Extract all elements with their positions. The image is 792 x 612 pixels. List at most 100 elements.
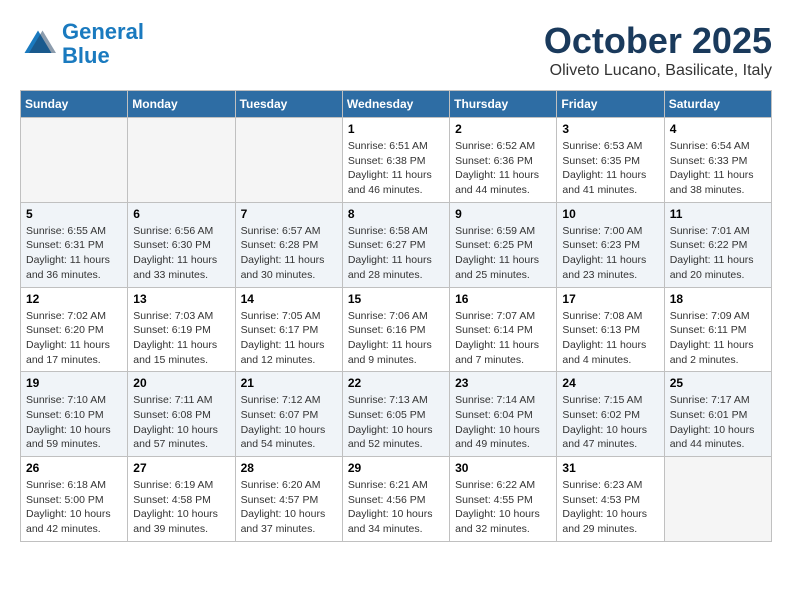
day-info: Sunrise: 6:53 AM Sunset: 6:35 PM Dayligh… <box>562 139 658 198</box>
calendar-cell: 21 Sunrise: 7:12 AM Sunset: 6:07 PM Dayli… <box>235 372 342 457</box>
day-info: Sunrise: 6:21 AM Sunset: 4:56 PM Dayligh… <box>348 478 444 537</box>
weekday-header-sunday: Sunday <box>21 91 128 118</box>
day-info: Sunrise: 6:19 AM Sunset: 4:58 PM Dayligh… <box>133 478 229 537</box>
day-number: 16 <box>455 292 551 306</box>
calendar-week-row: 1 Sunrise: 6:51 AM Sunset: 6:38 PM Daylig… <box>21 118 772 203</box>
day-info: Sunrise: 7:11 AM Sunset: 6:08 PM Dayligh… <box>133 393 229 452</box>
calendar-cell: 1 Sunrise: 6:51 AM Sunset: 6:38 PM Daylig… <box>342 118 449 203</box>
day-info: Sunrise: 6:58 AM Sunset: 6:27 PM Dayligh… <box>348 224 444 283</box>
day-number: 26 <box>26 461 122 475</box>
day-number: 10 <box>562 207 658 221</box>
calendar-table: SundayMondayTuesdayWednesdayThursdayFrid… <box>20 90 772 542</box>
weekday-header-row: SundayMondayTuesdayWednesdayThursdayFrid… <box>21 91 772 118</box>
day-number: 30 <box>455 461 551 475</box>
weekday-header-saturday: Saturday <box>664 91 771 118</box>
day-info: Sunrise: 6:54 AM Sunset: 6:33 PM Dayligh… <box>670 139 766 198</box>
day-number: 13 <box>133 292 229 306</box>
day-number: 4 <box>670 122 766 136</box>
day-number: 24 <box>562 376 658 390</box>
day-number: 9 <box>455 207 551 221</box>
calendar-cell: 23 Sunrise: 7:14 AM Sunset: 6:04 PM Dayli… <box>450 372 557 457</box>
day-info: Sunrise: 6:51 AM Sunset: 6:38 PM Dayligh… <box>348 139 444 198</box>
weekday-header-monday: Monday <box>128 91 235 118</box>
calendar-cell: 11 Sunrise: 7:01 AM Sunset: 6:22 PM Dayli… <box>664 202 771 287</box>
logo: General Blue <box>20 20 144 68</box>
day-info: Sunrise: 7:06 AM Sunset: 6:16 PM Dayligh… <box>348 309 444 368</box>
day-info: Sunrise: 7:01 AM Sunset: 6:22 PM Dayligh… <box>670 224 766 283</box>
day-info: Sunrise: 6:56 AM Sunset: 6:30 PM Dayligh… <box>133 224 229 283</box>
logo-text: General Blue <box>62 20 144 68</box>
location-subtitle: Oliveto Lucano, Basilicate, Italy <box>544 62 772 80</box>
day-info: Sunrise: 7:13 AM Sunset: 6:05 PM Dayligh… <box>348 393 444 452</box>
calendar-cell: 4 Sunrise: 6:54 AM Sunset: 6:33 PM Daylig… <box>664 118 771 203</box>
calendar-cell: 19 Sunrise: 7:10 AM Sunset: 6:10 PM Dayli… <box>21 372 128 457</box>
day-info: Sunrise: 7:08 AM Sunset: 6:13 PM Dayligh… <box>562 309 658 368</box>
calendar-cell: 28Sunrise: 6:20 AM Sunset: 4:57 PM Dayli… <box>235 457 342 542</box>
day-info: Sunrise: 7:03 AM Sunset: 6:19 PM Dayligh… <box>133 309 229 368</box>
day-info: Sunrise: 7:10 AM Sunset: 6:10 PM Dayligh… <box>26 393 122 452</box>
day-number: 19 <box>26 376 122 390</box>
calendar-cell: 25 Sunrise: 7:17 AM Sunset: 6:01 PM Dayli… <box>664 372 771 457</box>
day-info: Sunrise: 7:05 AM Sunset: 6:17 PM Dayligh… <box>241 309 337 368</box>
day-number: 18 <box>670 292 766 306</box>
calendar-week-row: 19 Sunrise: 7:10 AM Sunset: 6:10 PM Dayli… <box>21 372 772 457</box>
day-number: 17 <box>562 292 658 306</box>
day-number: 14 <box>241 292 337 306</box>
day-number: 27 <box>133 461 229 475</box>
day-info: Sunrise: 7:07 AM Sunset: 6:14 PM Dayligh… <box>455 309 551 368</box>
day-info: Sunrise: 7:14 AM Sunset: 6:04 PM Dayligh… <box>455 393 551 452</box>
calendar-cell: 5 Sunrise: 6:55 AM Sunset: 6:31 PM Daylig… <box>21 202 128 287</box>
day-info: Sunrise: 7:00 AM Sunset: 6:23 PM Dayligh… <box>562 224 658 283</box>
day-number: 2 <box>455 122 551 136</box>
day-info: Sunrise: 6:18 AM Sunset: 5:00 PM Dayligh… <box>26 478 122 537</box>
calendar-cell: 15 Sunrise: 7:06 AM Sunset: 6:16 PM Dayli… <box>342 287 449 372</box>
calendar-cell: 9Sunrise: 6:59 AM Sunset: 6:25 PM Daylig… <box>450 202 557 287</box>
day-number: 12 <box>26 292 122 306</box>
day-number: 25 <box>670 376 766 390</box>
calendar-week-row: 12Sunrise: 7:02 AM Sunset: 6:20 PM Dayli… <box>21 287 772 372</box>
calendar-cell <box>664 457 771 542</box>
calendar-week-row: 26 Sunrise: 6:18 AM Sunset: 5:00 PM Dayli… <box>21 457 772 542</box>
day-number: 1 <box>348 122 444 136</box>
day-info: Sunrise: 6:55 AM Sunset: 6:31 PM Dayligh… <box>26 224 122 283</box>
day-info: Sunrise: 6:22 AM Sunset: 4:55 PM Dayligh… <box>455 478 551 537</box>
calendar-cell: 8 Sunrise: 6:58 AM Sunset: 6:27 PM Daylig… <box>342 202 449 287</box>
day-number: 29 <box>348 461 444 475</box>
title-block: October 2025 Oliveto Lucano, Basilicate,… <box>544 20 772 80</box>
day-number: 5 <box>26 207 122 221</box>
day-number: 28 <box>241 461 337 475</box>
day-info: Sunrise: 7:17 AM Sunset: 6:01 PM Dayligh… <box>670 393 766 452</box>
day-number: 11 <box>670 207 766 221</box>
day-info: Sunrise: 7:12 AM Sunset: 6:07 PM Dayligh… <box>241 393 337 452</box>
calendar-cell: 24 Sunrise: 7:15 AM Sunset: 6:02 PM Dayli… <box>557 372 664 457</box>
page-header: General Blue October 2025 Oliveto Lucano… <box>20 20 772 80</box>
day-number: 21 <box>241 376 337 390</box>
day-number: 23 <box>455 376 551 390</box>
day-number: 22 <box>348 376 444 390</box>
day-info: Sunrise: 7:15 AM Sunset: 6:02 PM Dayligh… <box>562 393 658 452</box>
weekday-header-friday: Friday <box>557 91 664 118</box>
calendar-cell: 3 Sunrise: 6:53 AM Sunset: 6:35 PM Daylig… <box>557 118 664 203</box>
calendar-cell: 2Sunrise: 6:52 AM Sunset: 6:36 PM Daylig… <box>450 118 557 203</box>
calendar-cell: 14 Sunrise: 7:05 AM Sunset: 6:17 PM Dayli… <box>235 287 342 372</box>
calendar-cell: 30 Sunrise: 6:22 AM Sunset: 4:55 PM Dayli… <box>450 457 557 542</box>
weekday-header-thursday: Thursday <box>450 91 557 118</box>
day-info: Sunrise: 6:57 AM Sunset: 6:28 PM Dayligh… <box>241 224 337 283</box>
calendar-cell: 16 Sunrise: 7:07 AM Sunset: 6:14 PM Dayli… <box>450 287 557 372</box>
logo-icon <box>20 26 56 62</box>
calendar-cell: 12Sunrise: 7:02 AM Sunset: 6:20 PM Dayli… <box>21 287 128 372</box>
day-number: 3 <box>562 122 658 136</box>
day-number: 6 <box>133 207 229 221</box>
day-number: 8 <box>348 207 444 221</box>
calendar-cell: 10 Sunrise: 7:00 AM Sunset: 6:23 PM Dayli… <box>557 202 664 287</box>
calendar-cell: 7Sunrise: 6:57 AM Sunset: 6:28 PM Daylig… <box>235 202 342 287</box>
calendar-cell: 6 Sunrise: 6:56 AM Sunset: 6:30 PM Daylig… <box>128 202 235 287</box>
calendar-cell: 26 Sunrise: 6:18 AM Sunset: 5:00 PM Dayli… <box>21 457 128 542</box>
calendar-week-row: 5 Sunrise: 6:55 AM Sunset: 6:31 PM Daylig… <box>21 202 772 287</box>
weekday-header-tuesday: Tuesday <box>235 91 342 118</box>
weekday-header-wednesday: Wednesday <box>342 91 449 118</box>
calendar-cell: 22 Sunrise: 7:13 AM Sunset: 6:05 PM Dayli… <box>342 372 449 457</box>
day-number: 31 <box>562 461 658 475</box>
calendar-cell <box>21 118 128 203</box>
day-number: 15 <box>348 292 444 306</box>
